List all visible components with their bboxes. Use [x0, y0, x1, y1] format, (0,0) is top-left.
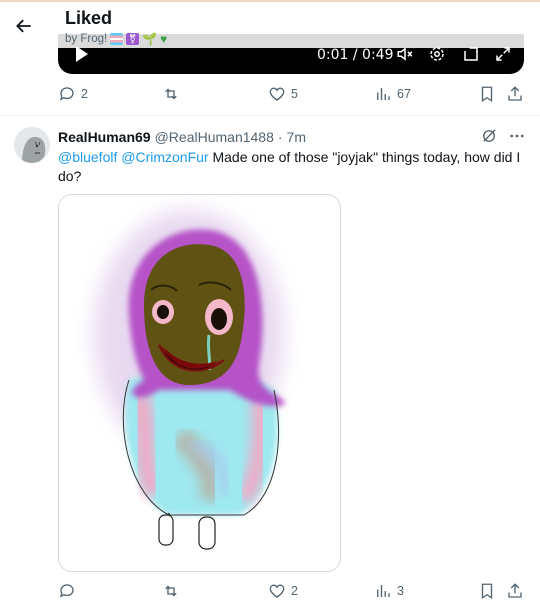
reply-icon — [59, 584, 74, 598]
reply-icon — [59, 87, 74, 101]
mention-link[interactable]: @CrimzonFur — [121, 149, 208, 165]
mention-link[interactable]: @bluefolf — [58, 149, 117, 165]
tweet-image[interactable] — [58, 194, 341, 572]
reply-count: 2 — [81, 87, 88, 101]
video-time: 0:01 / 0:49 — [317, 47, 394, 63]
heart-icon — [269, 584, 285, 598]
joyjak-drawing-image — [94, 210, 285, 550]
page-title: Liked — [65, 8, 113, 28]
tweet-actions: 2 3 — [0, 582, 540, 606]
play-icon[interactable] — [76, 46, 88, 62]
grok-icon[interactable] — [480, 127, 498, 150]
tweet-header: RealHuman69 @RealHuman1488 · 7m — [58, 129, 306, 145]
heart-icon — [269, 87, 285, 101]
prev-tweet-actions: 2 5 67 — [0, 85, 540, 109]
back-arrow-icon[interactable] — [12, 14, 36, 38]
like-button[interactable]: 2 — [268, 582, 298, 600]
subtitle-text: by Frog! — [65, 33, 108, 45]
display-name[interactable]: RealHuman69 — [58, 129, 151, 145]
tweet-header-icons — [480, 127, 526, 150]
page-subtitle: by Frog! ⚧ 🌱 ♥ — [65, 32, 167, 46]
npc-avatar-image — [14, 127, 50, 163]
bookmark-icon — [481, 86, 493, 103]
user-handle[interactable]: @RealHuman1488 — [155, 129, 274, 145]
views-chart-icon — [377, 585, 390, 597]
separator-dot: · — [277, 129, 283, 145]
views-button[interactable]: 67 — [374, 85, 411, 103]
views-button[interactable]: 3 — [374, 582, 404, 600]
share-icon — [508, 86, 522, 101]
share-button[interactable] — [506, 582, 524, 600]
nonbinary-symbol-emoji: ⚧ — [126, 33, 140, 45]
retweet-icon — [165, 585, 177, 597]
like-count: 2 — [291, 584, 298, 598]
share-button[interactable] — [506, 85, 524, 103]
tweet-timestamp[interactable]: 7m — [287, 129, 306, 145]
views-chart-icon — [377, 88, 390, 100]
bookmark-button[interactable] — [478, 85, 496, 103]
tweet-divider — [0, 115, 540, 116]
seedling-emoji: 🌱 — [142, 32, 158, 46]
retweet-button[interactable] — [162, 582, 185, 600]
page-header: Liked by Frog! ⚧ 🌱 ♥ — [0, 0, 540, 48]
reply-button[interactable]: 2 — [58, 85, 88, 103]
reply-button[interactable] — [58, 582, 81, 600]
retweet-button[interactable] — [162, 85, 185, 103]
trans-flag-emoji — [110, 33, 124, 45]
bookmark-icon — [481, 583, 493, 600]
view-count: 3 — [397, 584, 404, 598]
view-count: 67 — [397, 87, 411, 101]
share-icon — [508, 583, 522, 598]
green-heart-emoji: ♥ — [160, 32, 168, 46]
avatar[interactable] — [14, 127, 50, 163]
retweet-icon — [165, 88, 177, 100]
like-button[interactable]: 5 — [268, 85, 298, 103]
bookmark-button[interactable] — [478, 582, 496, 600]
more-options-icon[interactable] — [508, 127, 526, 150]
like-count: 5 — [291, 87, 298, 101]
tweet-body: @bluefolf @CrimzonFur Made one of those … — [58, 148, 528, 186]
